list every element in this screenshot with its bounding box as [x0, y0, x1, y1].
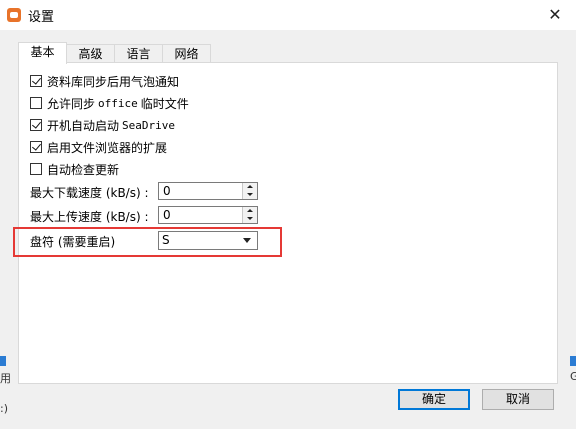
ok-button[interactable]: 确定	[398, 389, 470, 410]
close-button[interactable]: ✕	[540, 0, 570, 30]
download-speed-label: 最大下载速度 (kB/s) :	[30, 186, 149, 200]
option-sync-office-temp[interactable]: 允许同步 office 临时文件	[30, 94, 189, 112]
spin-arrows	[242, 183, 257, 199]
background-app-strip	[0, 356, 6, 366]
upload-speed-label: 最大上传速度 (kB/s) :	[30, 210, 149, 224]
spin-down-icon[interactable]	[243, 215, 257, 223]
window-title: 设置	[28, 10, 55, 25]
tab-network[interactable]: 网络	[162, 44, 211, 63]
cancel-button[interactable]: 取消	[482, 389, 554, 410]
option-explorer-extension[interactable]: 启用文件浏览器的扩展	[30, 138, 167, 156]
download-speed-spinbox[interactable]: 0	[158, 182, 258, 200]
option-label: 资料库同步后用气泡通知	[47, 74, 180, 89]
spin-down-icon[interactable]	[243, 191, 257, 199]
option-label: 自动检查更新	[47, 162, 120, 177]
background-app-text: G	[570, 370, 576, 383]
background-app-text: :)	[0, 402, 8, 415]
sync-office-temp-checkbox[interactable]	[30, 97, 42, 109]
tab-language[interactable]: 语言	[114, 44, 163, 63]
option-label-mono: SeaDrive	[122, 118, 175, 132]
drive-letter-label: 盘符 (需要重启)	[30, 235, 116, 249]
bubble-notify-checkbox[interactable]	[30, 75, 42, 87]
background-app-strip	[570, 356, 576, 366]
autostart-checkbox[interactable]	[30, 119, 42, 131]
explorer-extension-checkbox[interactable]	[30, 141, 42, 153]
title-bar: 设置 ✕	[0, 0, 576, 30]
drive-letter-select[interactable]: S	[158, 231, 258, 250]
option-label-mono: office	[98, 96, 138, 110]
option-label-prefix: 开机自动启动	[47, 118, 120, 133]
settings-dialog: 设置 ✕ 基本 高级 语言 网络 资料库同步后用气泡通知 允许同步 office…	[0, 0, 576, 429]
drive-letter-value: S	[162, 233, 170, 247]
background-app-text: 用	[0, 372, 11, 385]
basic-settings-panel: 资料库同步后用气泡通知 允许同步 office 临时文件 开机自动启动 SeaD…	[13, 62, 558, 384]
spin-arrows	[242, 207, 257, 223]
option-label-suffix: 临时文件	[140, 96, 189, 111]
option-label: 启用文件浏览器的扩展	[47, 140, 168, 155]
upload-speed-spinbox[interactable]: 0	[158, 206, 258, 224]
upload-speed-value: 0	[163, 208, 171, 222]
option-bubble-notify[interactable]: 资料库同步后用气泡通知	[30, 72, 179, 90]
tab-advanced[interactable]: 高级	[66, 44, 115, 63]
option-auto-update[interactable]: 自动检查更新	[30, 160, 119, 178]
option-autostart[interactable]: 开机自动启动 SeaDrive	[30, 116, 175, 134]
chevron-down-icon[interactable]	[243, 238, 251, 243]
auto-update-checkbox[interactable]	[30, 163, 42, 175]
tab-basic[interactable]: 基本	[18, 42, 67, 64]
option-label-prefix: 允许同步	[47, 96, 96, 111]
download-speed-value: 0	[163, 184, 171, 198]
seadrive-app-icon	[7, 8, 21, 22]
